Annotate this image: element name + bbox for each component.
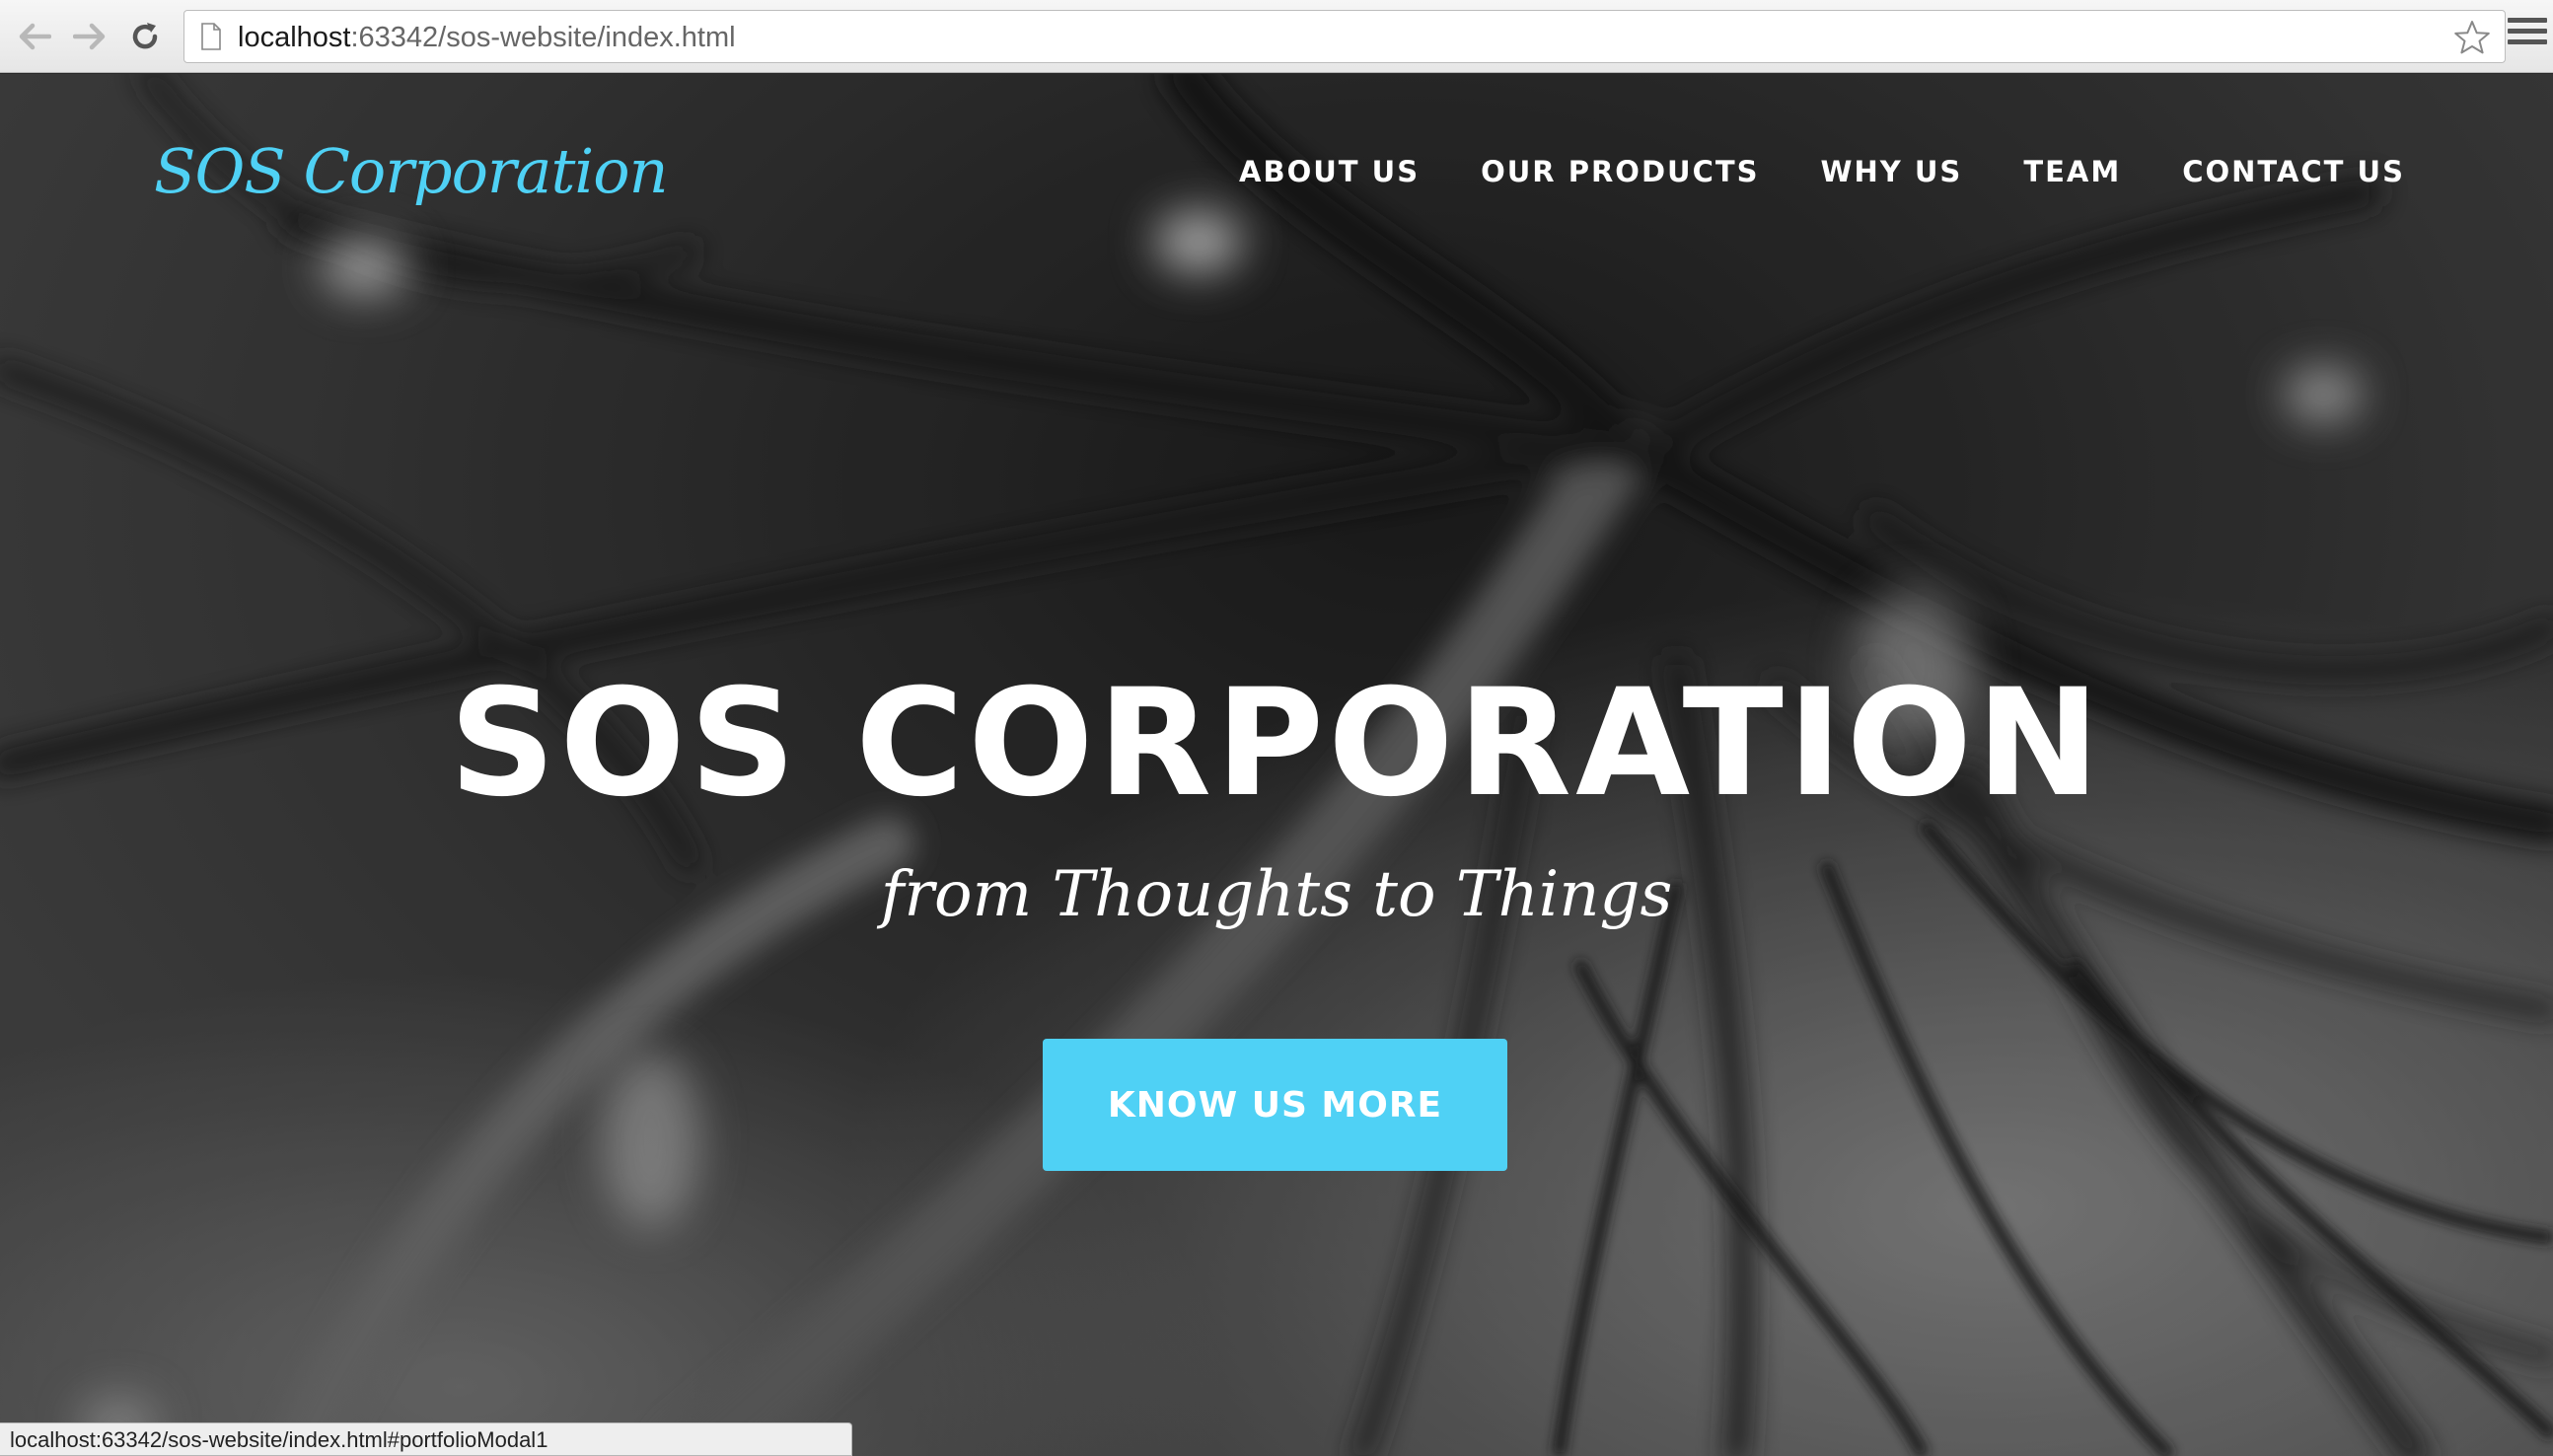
menu-icon (2508, 18, 2547, 44)
back-button[interactable] (12, 14, 57, 59)
status-url-bubble: localhost:63342/sos-website/index.html#p… (0, 1422, 852, 1456)
star-icon (2454, 21, 2490, 54)
forward-arrow-icon (73, 23, 106, 50)
nav-our-products[interactable]: OUR PRODUCTS (1481, 155, 1759, 188)
site-logo[interactable]: SOS Corporation (154, 135, 669, 207)
forward-button[interactable] (67, 14, 112, 59)
browser-window: localhost:63342/sos-website/index.html S… (0, 0, 2553, 1456)
bookmark-button[interactable] (2453, 19, 2491, 56)
nav-why-us[interactable]: WHY US (1821, 155, 1963, 188)
know-us-more-button[interactable]: KNOW US MORE (1043, 1039, 1507, 1171)
nav-contact-us[interactable]: CONTACT US (2182, 155, 2405, 188)
hero-subtitle: from Thoughts to Things (880, 858, 1673, 931)
url-text[interactable]: localhost:63342/sos-website/index.html (238, 22, 736, 54)
site-nav: ABOUT US OUR PRODUCTS WHY US TEAM CONTAC… (1239, 155, 2405, 188)
page-viewport: SOS Corporation ABOUT US OUR PRODUCTS WH… (0, 74, 2553, 1456)
nav-team[interactable]: TEAM (2023, 155, 2121, 188)
hero-title: SOS CORPORATION (449, 658, 2104, 830)
nav-about-us[interactable]: ABOUT US (1239, 155, 1420, 188)
browser-toolbar: localhost:63342/sos-website/index.html (0, 0, 2553, 73)
reload-button[interactable] (122, 14, 168, 59)
reload-icon (132, 23, 158, 49)
url-path: :63342/sos-website/index.html (350, 22, 736, 53)
address-bar[interactable]: localhost:63342/sos-website/index.html (183, 10, 2506, 63)
page-icon (201, 23, 221, 50)
url-host: localhost (238, 22, 351, 53)
menu-button[interactable] (2508, 18, 2547, 55)
back-arrow-icon (19, 23, 51, 50)
